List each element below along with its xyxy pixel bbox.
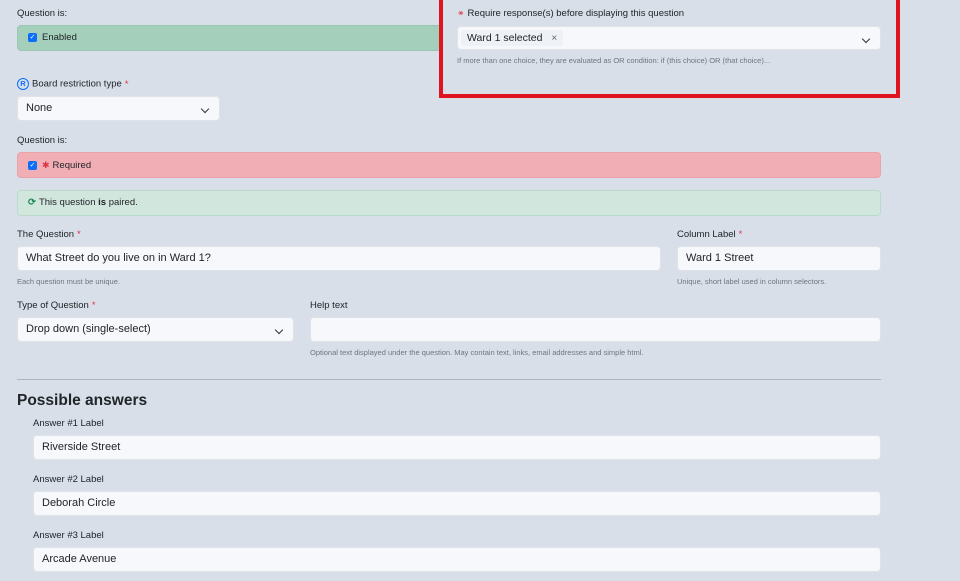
type-of-question-label: Type of Question * <box>17 300 96 311</box>
required-toggle[interactable]: ✓ ✱ Required <box>17 152 881 178</box>
enabled-toggle[interactable]: ✓ Enabled <box>17 25 447 51</box>
enabled-section-label: Question is: <box>17 8 68 19</box>
the-question-help: Each question must be unique. <box>17 277 120 286</box>
column-label-input[interactable]: Ward 1 Street <box>677 246 881 271</box>
answer-2-label: Answer #2 Label <box>33 474 104 485</box>
board-restriction-label: R Board restriction type * <box>17 78 128 90</box>
require-response-select[interactable]: Ward 1 selected × <box>457 26 881 50</box>
divider <box>17 379 881 380</box>
paired-notice: ⟳ This question is paired. <box>17 190 881 216</box>
the-question-label: The Question * <box>17 229 81 240</box>
link-icon: ⚭ <box>457 8 465 18</box>
help-text-help: Optional text displayed under the questi… <box>310 348 644 357</box>
chevron-down-icon[interactable] <box>200 104 210 114</box>
answer-1-input[interactable]: Riverside Street <box>33 435 881 460</box>
help-text-input[interactable] <box>310 317 881 342</box>
registered-icon: R <box>17 78 29 90</box>
checkbox-checked-icon[interactable]: ✓ <box>28 160 37 170</box>
enabled-label: Enabled <box>42 32 77 43</box>
asterisk-icon: ✱ <box>42 160 50 170</box>
required-label: Required <box>52 160 92 171</box>
require-response-label: ⚭ Require response(s) before displaying t… <box>457 8 685 19</box>
selected-tag: Ward 1 selected × <box>461 30 564 46</box>
possible-answers-heading: Possible answers <box>17 392 148 409</box>
answer-1-label: Answer #1 Label <box>33 418 104 429</box>
answer-3-label: Answer #3 Label <box>33 530 104 541</box>
column-label-label: Column Label * <box>677 229 743 240</box>
help-text-label: Help text <box>310 300 348 311</box>
board-restriction-select[interactable]: None <box>17 96 220 121</box>
remove-tag-icon[interactable]: × <box>551 33 557 44</box>
answer-2-input[interactable]: Deborah Circle <box>33 491 881 516</box>
type-of-question-select[interactable]: Drop down (single-select) <box>17 317 294 342</box>
column-label-help: Unique, short label used in column selec… <box>677 277 827 286</box>
checkbox-checked-icon[interactable]: ✓ <box>28 32 37 42</box>
required-section-label: Question is: <box>17 135 68 146</box>
chevron-down-icon[interactable] <box>274 325 284 335</box>
require-response-help: If more than one choice, they are evalua… <box>457 56 771 65</box>
answer-3-input[interactable]: Arcade Avenue <box>33 547 881 572</box>
sync-icon: ⟳ <box>28 197 36 208</box>
chevron-down-icon[interactable] <box>861 34 871 44</box>
the-question-input[interactable]: What Street do you live on in Ward 1? <box>17 246 661 271</box>
